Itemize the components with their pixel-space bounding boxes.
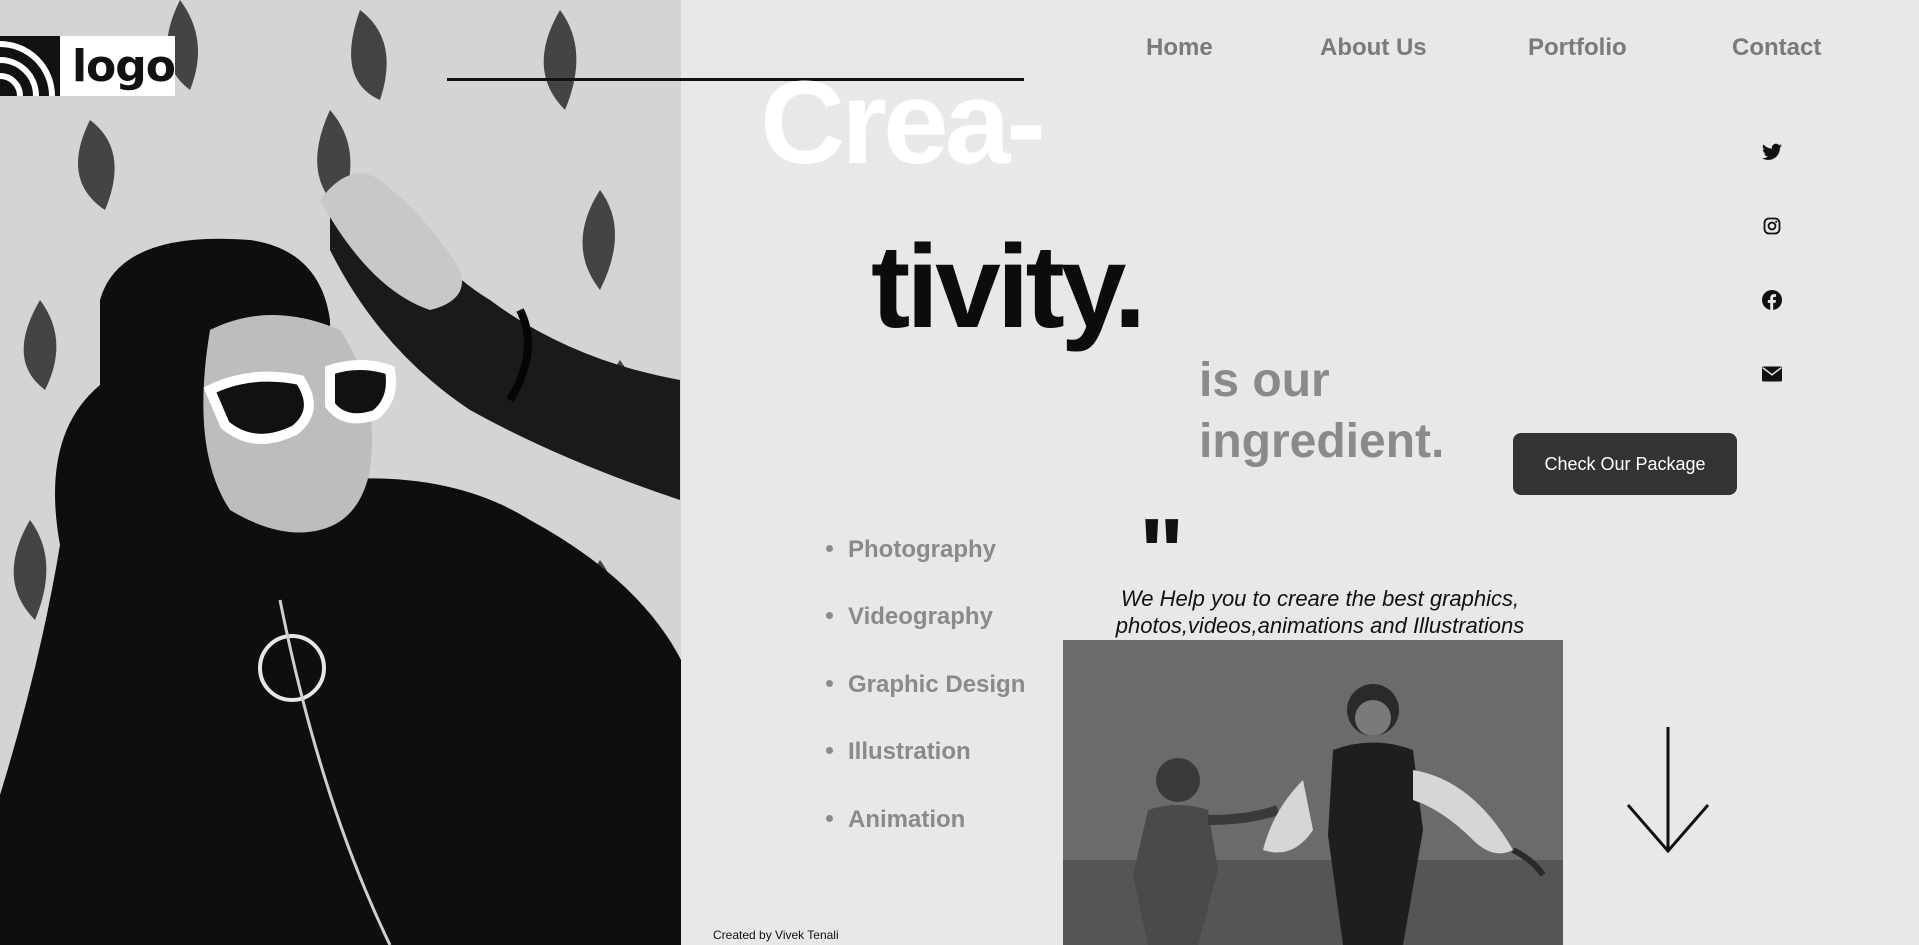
- tagline-line-one: is our: [1199, 354, 1330, 407]
- service-item: Photography: [826, 536, 996, 564]
- quote-text: We Help you to creare the best graphics,…: [1090, 585, 1550, 639]
- service-label: Videography: [848, 603, 993, 630]
- bullet-icon: [826, 545, 833, 553]
- nav-home[interactable]: Home: [1146, 34, 1213, 62]
- service-item: Illustration: [826, 738, 971, 766]
- service-label: Animation: [848, 806, 966, 833]
- service-item: Graphic Design: [826, 671, 1025, 699]
- tagline: is our ingredient.: [1199, 350, 1444, 472]
- tagline-line-two: ingredient.: [1199, 415, 1445, 468]
- nav-portfolio[interactable]: Portfolio: [1528, 34, 1627, 62]
- headline-line-two: tivity.: [871, 221, 1146, 353]
- headline-line-one: Crea-: [760, 57, 1046, 189]
- service-label: Illustration: [848, 738, 971, 765]
- check-package-button[interactable]: Check Our Package: [1513, 433, 1737, 495]
- bullet-icon: [826, 612, 833, 620]
- nav-about-us[interactable]: About Us: [1320, 34, 1427, 62]
- service-item: Animation: [826, 806, 965, 834]
- bullet-icon: [826, 815, 833, 823]
- logo-text: logo: [71, 40, 176, 92]
- service-item: Videography: [826, 603, 993, 631]
- quote-line-two: photos,videos,animations and Illustratio…: [1115, 613, 1525, 638]
- service-label: Graphic Design: [848, 671, 1026, 698]
- logo-arcs-icon: [0, 36, 60, 96]
- instagram-icon[interactable]: [1760, 214, 1784, 238]
- main-nav: Home About Us Portfolio Contact: [1146, 34, 1919, 70]
- site-logo[interactable]: logo: [0, 36, 176, 96]
- service-label: Photography: [848, 536, 996, 563]
- dance-photo: [1063, 640, 1563, 945]
- footer-credit: Created by Vivek Tenali: [713, 928, 839, 942]
- nav-contact[interactable]: Contact: [1732, 34, 1821, 62]
- quote-line-one: We Help you to creare the best graphics,: [1120, 586, 1520, 611]
- hero-photo: [0, 0, 681, 945]
- mail-icon[interactable]: [1760, 362, 1784, 386]
- scroll-down-arrow-icon[interactable]: [1625, 727, 1711, 860]
- bullet-icon: [826, 680, 833, 688]
- bullet-icon: [826, 747, 833, 755]
- twitter-icon[interactable]: [1760, 140, 1784, 164]
- facebook-icon[interactable]: [1760, 288, 1784, 312]
